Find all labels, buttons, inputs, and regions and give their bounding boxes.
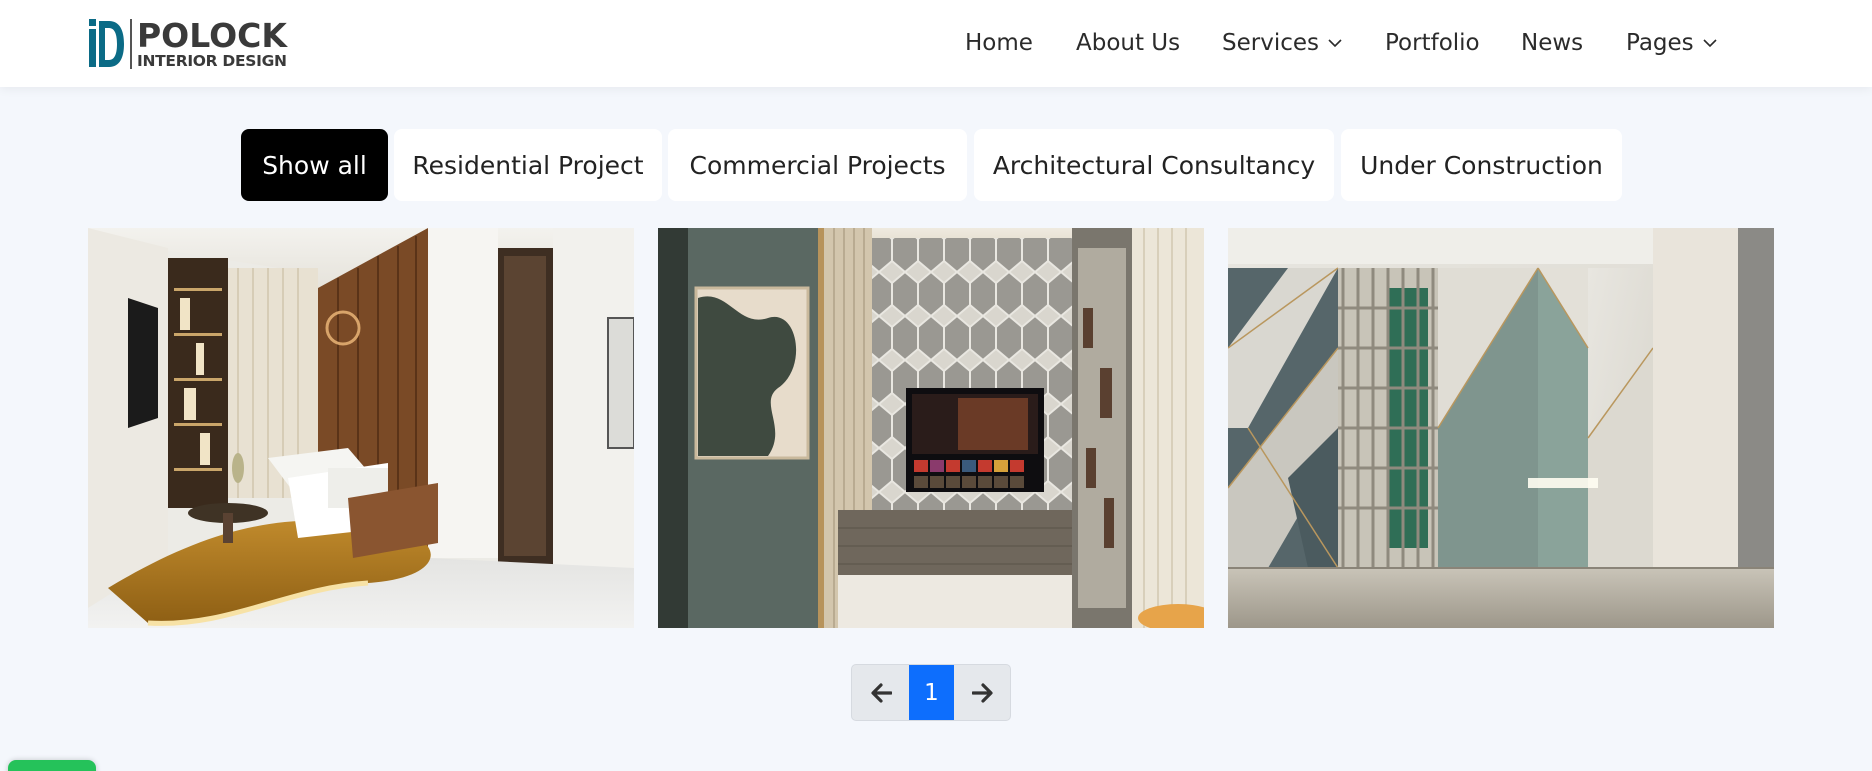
- nav-about[interactable]: About Us: [1076, 26, 1180, 60]
- nav-pages-label: Pages: [1626, 30, 1694, 56]
- nav-portfolio-label: Portfolio: [1385, 30, 1480, 56]
- nav-news-label: News: [1521, 30, 1584, 56]
- filter-architectural[interactable]: Architectural Consultancy: [974, 129, 1334, 201]
- nav-pages[interactable]: Pages: [1626, 26, 1717, 60]
- filter-residential[interactable]: Residential Project: [394, 129, 662, 201]
- arrow-right-icon: [971, 682, 993, 703]
- filter-commercial-label: Commercial Projects: [689, 150, 946, 180]
- tv-wall-image: [658, 228, 1204, 628]
- nav-home[interactable]: Home: [965, 26, 1033, 60]
- main-nav: Home About Us Services Portfolio News Pa…: [0, 26, 1872, 60]
- filter-under-construction-label: Under Construction: [1360, 150, 1603, 180]
- nav-services[interactable]: Services: [1222, 26, 1342, 60]
- chevron-down-icon: [1328, 38, 1342, 47]
- filter-show-all-label: Show all: [262, 150, 367, 180]
- filter-commercial[interactable]: Commercial Projects: [668, 129, 967, 201]
- pagination-page-1[interactable]: 1: [909, 665, 954, 720]
- nav-portfolio[interactable]: Portfolio: [1385, 26, 1480, 60]
- filter-show-all[interactable]: Show all: [241, 129, 388, 201]
- living-room-image: [88, 228, 634, 628]
- pagination-next-button[interactable]: [954, 665, 1011, 720]
- nav-news[interactable]: News: [1521, 26, 1583, 60]
- portfolio-card-geometric-panels[interactable]: [1228, 228, 1774, 628]
- nav-home-label: Home: [965, 30, 1033, 56]
- portfolio-card-living-room[interactable]: [88, 228, 634, 628]
- filter-under-construction[interactable]: Under Construction: [1341, 129, 1622, 201]
- geometric-panels-image: [1228, 228, 1774, 628]
- nav-about-label: About Us: [1076, 30, 1181, 56]
- chevron-down-icon: [1703, 38, 1717, 47]
- portfolio-card-tv-wall[interactable]: [658, 228, 1204, 628]
- filter-architectural-label: Architectural Consultancy: [992, 150, 1316, 180]
- nav-services-label: Services: [1222, 30, 1319, 56]
- chat-button[interactable]: [8, 760, 96, 771]
- site-header: POLOCK INTERIOR DESIGN Home About Us Ser…: [0, 0, 1872, 87]
- filter-residential-label: Residential Project: [412, 150, 644, 180]
- pagination: 1: [851, 664, 1011, 721]
- arrow-left-icon: [870, 682, 892, 703]
- pagination-prev-button[interactable]: [852, 665, 909, 720]
- pagination-page-label: 1: [924, 679, 939, 706]
